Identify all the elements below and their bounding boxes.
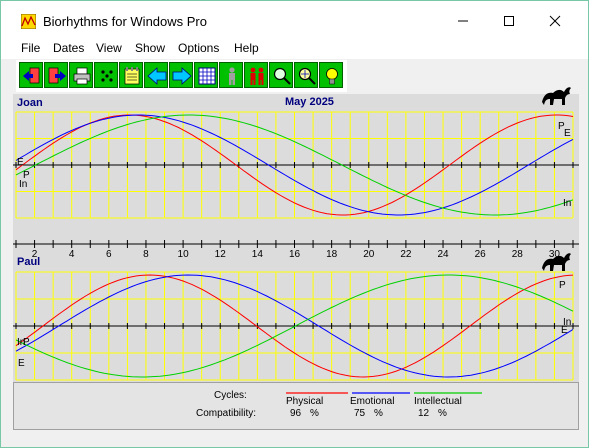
compat-physical-value: 96 (290, 408, 302, 419)
couple-icon (250, 67, 264, 85)
date-tick-label: 10 (178, 249, 190, 260)
month-label: May 2025 (285, 96, 334, 108)
legend-physical-label: Physical (286, 396, 324, 407)
tips-button[interactable] (319, 62, 343, 88)
joan-left-label-b: In (19, 179, 28, 190)
cycles-label: Cycles: (214, 390, 247, 401)
menu-bar: File Dates View Show Options Help (1, 37, 588, 59)
magnify-grid-icon (298, 67, 316, 85)
menu-dates[interactable]: Dates (53, 41, 84, 55)
date-tick-label: 24 (437, 249, 449, 260)
paul-right-label-a: P (559, 280, 566, 291)
date-tick-label: 26 (475, 249, 487, 260)
compat-intellectual-unit: % (438, 408, 447, 419)
compat-emotional-unit: % (374, 408, 383, 419)
compare-people-button[interactable] (244, 62, 268, 88)
compat-physical-unit: % (310, 408, 319, 419)
app-icon (21, 14, 36, 29)
zodiac-sign-icon (542, 87, 571, 105)
printer-icon (73, 67, 91, 85)
title-bar[interactable]: Biorhythms for Windows Pro (1, 1, 588, 37)
date-tick-label: 16 (289, 249, 301, 260)
legend-intellectual-label: Intellectual (414, 396, 462, 407)
joan-right-label-c: In (563, 198, 572, 209)
date-tick-label: 28 (512, 249, 524, 260)
app-window: Biorhythms for Windows Pro File Dates Vi… (0, 0, 589, 448)
dice-icon (101, 70, 113, 82)
maximize-button[interactable] (493, 9, 525, 33)
compat-emotional-value: 75 (354, 408, 366, 419)
menu-view[interactable]: View (96, 41, 122, 55)
date-tick-label: 18 (326, 249, 338, 260)
joan-right-label-b: E (564, 128, 571, 139)
zoom-button[interactable] (269, 62, 293, 88)
maximize-icon (504, 16, 514, 26)
notepad-button[interactable] (119, 62, 143, 88)
magnify-icon (273, 67, 291, 85)
calendar-button[interactable] (194, 62, 218, 88)
arrow-left-icon (147, 67, 167, 85)
lightbulb-icon (326, 68, 338, 85)
close-button[interactable] (539, 9, 571, 33)
compatibility-label: Compatibility: (196, 408, 257, 419)
zodiac-sign-icon-paul (542, 253, 571, 271)
compat-intellectual-value: 12 (418, 408, 430, 419)
exit-left-icon (23, 67, 40, 84)
print-button[interactable] (69, 62, 93, 88)
calendar-grid-icon (198, 67, 216, 85)
date-tick-label: 20 (363, 249, 375, 260)
menu-file[interactable]: File (21, 41, 40, 55)
exit-left-button[interactable] (19, 62, 43, 88)
paul-left-label-a: P (23, 337, 30, 348)
biorhythm-chart: 2 4 6 8 10 12 14 16 18 20 22 24 26 28 30 (13, 111, 579, 381)
exit-right-button[interactable] (44, 62, 68, 88)
legend-panel: Cycles: Compatibility: Physical Emotiona… (13, 382, 579, 430)
person-icon (229, 67, 235, 85)
person-name-paul: Paul (17, 256, 41, 268)
minimize-button[interactable] (447, 9, 479, 33)
legend-emotional-label: Emotional (350, 396, 395, 407)
menu-options[interactable]: Options (178, 41, 219, 55)
date-tick-label: 8 (143, 249, 149, 260)
menu-show[interactable]: Show (135, 41, 165, 55)
toolbar (16, 60, 347, 92)
notepad-icon (124, 67, 140, 85)
date-tick-label: 12 (215, 249, 227, 260)
single-person-button[interactable] (219, 62, 243, 88)
date-tick-label: 6 (106, 249, 112, 260)
arrow-right-icon (172, 67, 192, 85)
minimize-icon (458, 20, 468, 22)
next-button[interactable] (169, 62, 193, 88)
paul-right-label-c: E (561, 325, 568, 336)
close-icon (549, 15, 561, 27)
previous-button[interactable] (144, 62, 168, 88)
menu-help[interactable]: Help (234, 41, 259, 55)
window-title: Biorhythms for Windows Pro (43, 14, 207, 29)
zoom-grid-button[interactable] (294, 62, 318, 88)
joan-left-label-top: E (17, 157, 24, 168)
dice-button[interactable] (94, 62, 118, 88)
date-tick-label: 4 (69, 249, 75, 260)
date-tick-label: 22 (400, 249, 412, 260)
exit-right-icon (48, 67, 66, 84)
paul-left-label-b: E (18, 358, 25, 369)
person-name-joan: Joan (17, 97, 43, 109)
date-tick-label: 14 (252, 249, 264, 260)
biorhythm-chart-area: 2 4 6 8 10 12 14 16 18 20 22 24 26 28 30 Joan May 2025… (13, 87, 579, 382)
